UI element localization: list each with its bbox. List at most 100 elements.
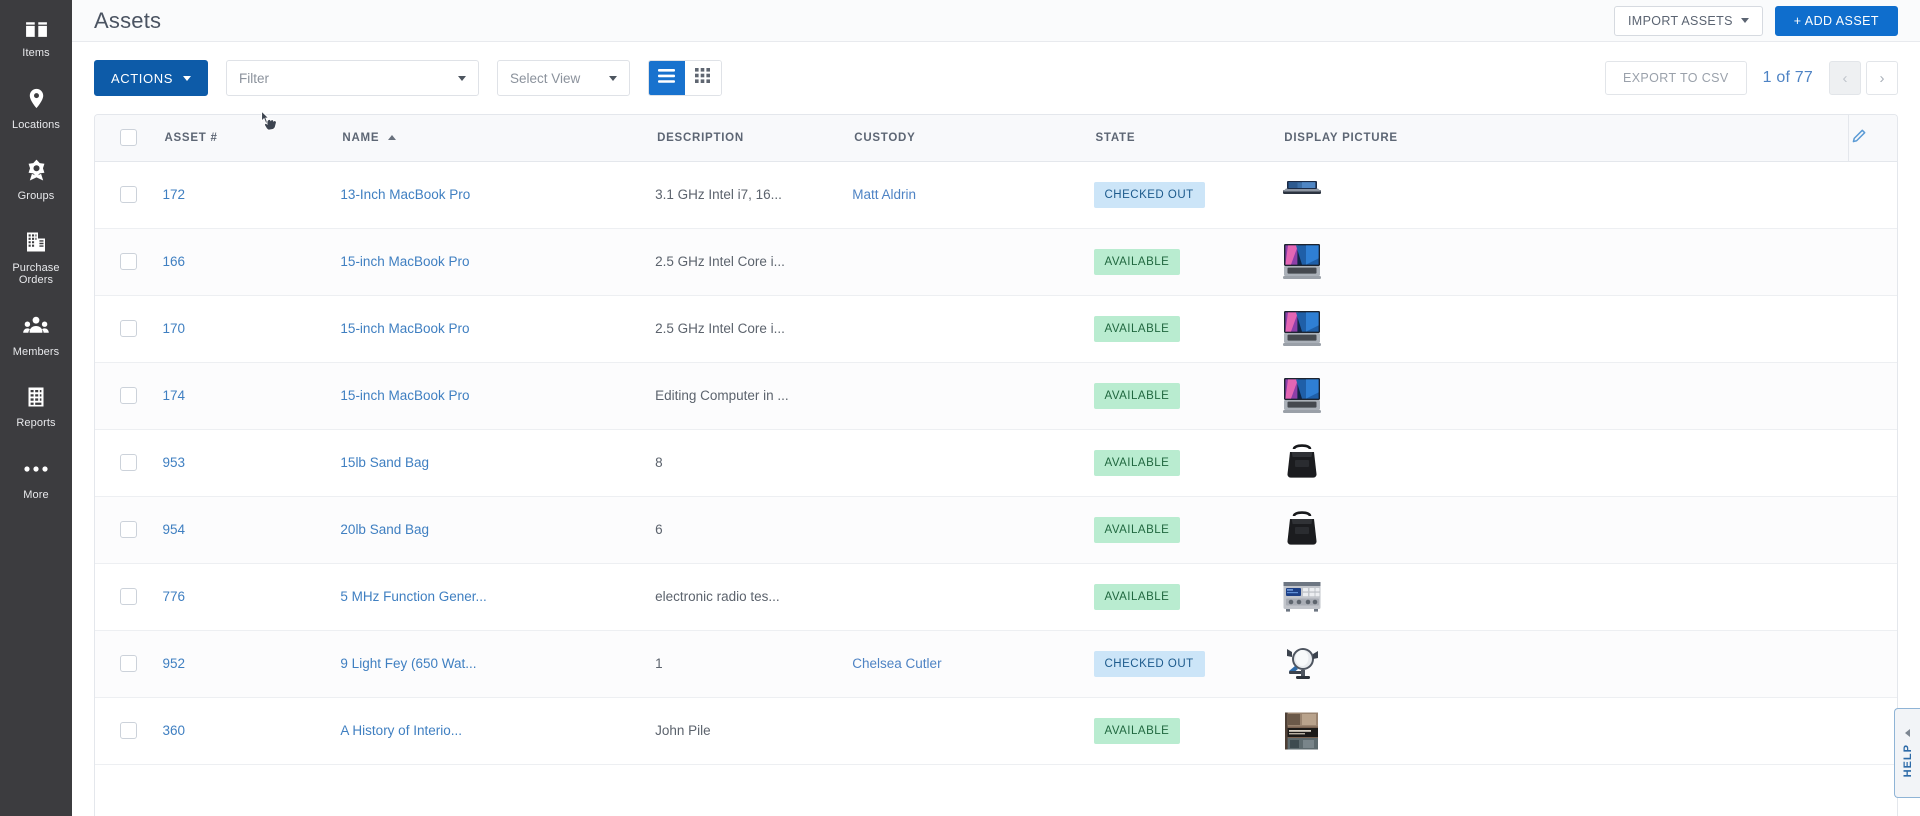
- asset-number-link[interactable]: 953: [162, 455, 185, 470]
- row-checkbox[interactable]: [120, 186, 137, 203]
- asset-name-link[interactable]: 13-Inch MacBook Pro: [340, 187, 470, 202]
- asset-name-link[interactable]: 5 MHz Function Gener...: [340, 589, 486, 604]
- export-csv-button[interactable]: EXPORT TO CSV: [1604, 61, 1747, 95]
- column-header-custody[interactable]: CUSTODY: [852, 115, 1094, 162]
- asset-name-link[interactable]: 15-inch MacBook Pro: [340, 254, 469, 269]
- cell-description: John Pile: [655, 697, 853, 765]
- row-checkbox[interactable]: [120, 588, 137, 605]
- status-badge: AVAILABLE: [1093, 382, 1181, 409]
- cell-asset-number: 776: [147, 563, 341, 631]
- row-checkbox[interactable]: [120, 521, 137, 538]
- list-view-icon: [658, 68, 676, 88]
- cell-description: 3.1 GHz Intel i7, 16...: [655, 161, 853, 229]
- cell-asset-number: 953: [147, 429, 341, 497]
- chevron-down-icon: [182, 75, 191, 81]
- filter-select[interactable]: Filter: [225, 60, 479, 96]
- actions-button[interactable]: ACTIONS: [94, 60, 208, 96]
- add-asset-button[interactable]: + ADD ASSET: [1774, 5, 1898, 36]
- cell-edit-spacer: [1848, 362, 1897, 430]
- table-row[interactable]: 166 15-inch MacBook Pro 2.5 GHz Intel Co…: [95, 228, 1897, 296]
- sidebar-item-label: Items: [22, 47, 50, 59]
- cell-edit-spacer: [1848, 630, 1897, 698]
- row-checkbox[interactable]: [120, 655, 137, 672]
- asset-number-link[interactable]: 174: [162, 388, 185, 403]
- row-checkbox[interactable]: [120, 454, 137, 471]
- cell-edit-spacer: [1848, 228, 1897, 296]
- chevron-down-icon: [1740, 18, 1749, 23]
- row-checkbox[interactable]: [120, 387, 137, 404]
- map-pin-icon: [23, 86, 49, 112]
- table-row[interactable]: 953 15lb Sand Bag 8 AVAILABLE: [95, 429, 1897, 497]
- macbook-open-thumb: [1282, 309, 1322, 349]
- table-row[interactable]: 954 20lb Sand Bag 6 AVAILABLE: [95, 496, 1897, 564]
- sidebar-item-reports[interactable]: Reports: [0, 384, 72, 430]
- asset-name-link[interactable]: 15-inch MacBook Pro: [340, 388, 469, 403]
- view-select[interactable]: Select View: [496, 60, 630, 96]
- row-select-cell: [95, 295, 148, 363]
- column-header-state[interactable]: STATE: [1093, 115, 1283, 162]
- asset-number-link[interactable]: 170: [162, 321, 185, 336]
- asset-name-link[interactable]: 15lb Sand Bag: [340, 455, 429, 470]
- table-row[interactable]: 172 13-Inch MacBook Pro 3.1 GHz Intel i7…: [95, 161, 1897, 229]
- table-row[interactable]: 170 15-inch MacBook Pro 2.5 GHz Intel Co…: [95, 295, 1897, 363]
- custody-link[interactable]: Chelsea Cutler: [852, 656, 941, 671]
- sidebar-item-locations[interactable]: Locations: [0, 86, 72, 132]
- import-assets-button[interactable]: IMPORT ASSETS: [1613, 5, 1763, 36]
- sidebar-item-groups[interactable]: Groups: [0, 157, 72, 203]
- column-header-asset[interactable]: ASSET #: [147, 115, 341, 162]
- list-view-button[interactable]: [648, 61, 685, 95]
- select-all-checkbox[interactable]: [120, 129, 137, 147]
- table-row[interactable]: 776 5 MHz Function Gener... electronic r…: [95, 563, 1897, 631]
- table-row[interactable]: 360 A History of Interio... John Pile AV…: [95, 697, 1897, 765]
- cell-state: AVAILABLE: [1093, 228, 1283, 296]
- row-checkbox[interactable]: [120, 320, 137, 337]
- cell-description: Editing Computer in ...: [655, 362, 853, 430]
- column-header-display-picture[interactable]: DISPLAY PICTURE: [1282, 115, 1849, 162]
- status-badge: AVAILABLE: [1093, 583, 1181, 610]
- row-select-cell: [95, 362, 148, 430]
- asset-name-link[interactable]: 9 Light Fey (650 Wat...: [340, 656, 476, 671]
- asset-name-link[interactable]: 15-inch MacBook Pro: [340, 321, 469, 336]
- table-row[interactable]: 174 15-inch MacBook Pro Editing Computer…: [95, 362, 1897, 430]
- column-label: DISPLAY PICTURE: [1284, 131, 1398, 144]
- table-row[interactable]: 952 9 Light Fey (650 Wat... 1 Chelsea Cu…: [95, 630, 1897, 698]
- next-page-button[interactable]: ›: [1866, 61, 1898, 95]
- assets-table: ASSET # NAME DESCRIPTION CUSTODY STATE D…: [95, 115, 1897, 765]
- grid-view-button[interactable]: [684, 61, 721, 95]
- row-checkbox[interactable]: [120, 722, 137, 739]
- header-actions: IMPORT ASSETS + ADD ASSET: [1613, 5, 1898, 36]
- asset-number-link[interactable]: 360: [162, 723, 185, 738]
- asset-number-link[interactable]: 172: [162, 187, 185, 202]
- asset-number-link[interactable]: 954: [162, 522, 185, 537]
- asset-number-link[interactable]: 952: [162, 656, 185, 671]
- sidebar-item-items[interactable]: Items: [0, 14, 72, 60]
- column-header-name[interactable]: NAME: [340, 115, 656, 162]
- cell-display-picture: [1282, 295, 1849, 363]
- sidebar-item-label: Groups: [17, 190, 55, 202]
- row-select-cell: [95, 697, 148, 765]
- pencil-icon[interactable]: [1849, 127, 1868, 149]
- app-root: Items Locations Groups Purchase Orders M…: [0, 0, 1920, 816]
- asset-number-link[interactable]: 166: [162, 254, 185, 269]
- asset-name-link[interactable]: 20lb Sand Bag: [340, 522, 429, 537]
- asset-name-link[interactable]: A History of Interio...: [340, 723, 462, 738]
- edit-columns-header[interactable]: [1848, 115, 1897, 162]
- column-header-description[interactable]: DESCRIPTION: [655, 115, 853, 162]
- asset-number-link[interactable]: 776: [162, 589, 185, 604]
- row-checkbox[interactable]: [120, 253, 137, 270]
- sidebar-item-label: More: [23, 488, 49, 501]
- status-badge: AVAILABLE: [1093, 516, 1181, 543]
- sidebar-item-members[interactable]: Members: [0, 313, 72, 359]
- row-select-cell: [95, 228, 148, 296]
- chevron-down-icon: [457, 75, 466, 81]
- sidebar-item-purchase-orders[interactable]: Purchase Orders: [0, 229, 72, 287]
- prev-page-button[interactable]: ‹: [1829, 61, 1861, 95]
- sidebar: Items Locations Groups Purchase Orders M…: [0, 0, 72, 816]
- column-label: ASSET #: [164, 131, 218, 144]
- cell-asset-number: 172: [147, 161, 341, 229]
- sidebar-item-more[interactable]: More: [0, 456, 72, 502]
- custody-link[interactable]: Matt Aldrin: [852, 187, 916, 202]
- help-tab[interactable]: HELP: [1894, 708, 1920, 798]
- cell-state: AVAILABLE: [1093, 496, 1283, 564]
- cell-state: CHECKED OUT: [1093, 161, 1283, 229]
